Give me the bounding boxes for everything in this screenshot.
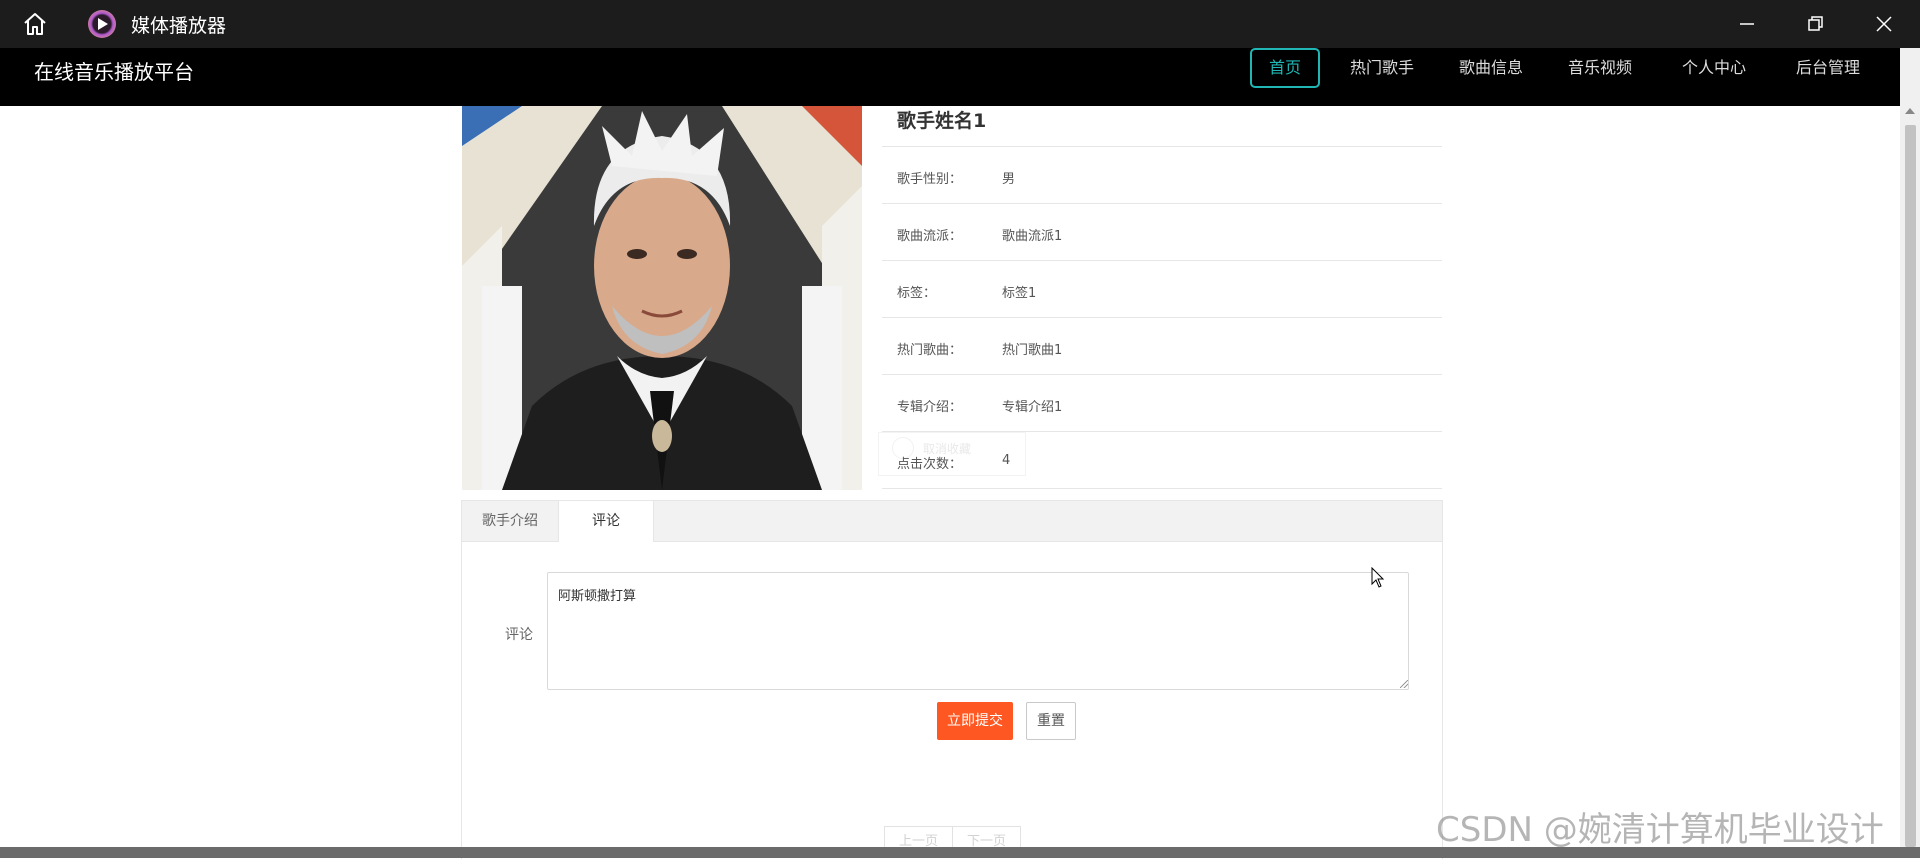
info-label: 歌手性别：: [897, 172, 963, 187]
bottom-bar: [0, 847, 1920, 858]
scroll-up-icon[interactable]: [1905, 108, 1915, 114]
comment-label: 评论: [505, 627, 533, 643]
info-row-tag: 标签： 标签1: [882, 260, 1442, 317]
info-label: 专辑介绍：: [897, 400, 963, 415]
info-row-gender: 歌手性别： 男: [882, 146, 1442, 203]
mouse-cursor-icon: [1371, 567, 1385, 588]
nav-music-video[interactable]: 音乐视频: [1564, 48, 1636, 88]
info-label: 标签：: [897, 286, 937, 301]
singer-photo: [462, 106, 862, 490]
info-row-clicks: 点击次数： 4: [882, 431, 1442, 488]
scrollbar-thumb[interactable]: [1905, 125, 1916, 847]
info-divider: [882, 488, 1442, 489]
nav-user-center[interactable]: 个人中心: [1678, 48, 1750, 88]
reset-button[interactable]: 重置: [1026, 702, 1076, 740]
nav-hot-singers[interactable]: 热门歌手: [1346, 48, 1418, 88]
tab-bar: 歌手介绍 评论: [462, 501, 1442, 542]
info-value: 热门歌曲1: [1002, 343, 1063, 358]
comment-textarea[interactable]: 阿斯顿撒打算: [547, 572, 1409, 690]
home-icon[interactable]: [22, 11, 48, 37]
site-navbar: 在线音乐播放平台 首页 热门歌手 歌曲信息 音乐视频 个人中心 后台管理: [0, 48, 1900, 106]
window-title: 媒体播放器: [131, 15, 227, 37]
info-value: 男: [1002, 172, 1016, 187]
resize-grip-icon[interactable]: [1400, 680, 1408, 688]
site-brand[interactable]: 在线音乐播放平台: [34, 56, 194, 85]
media-player-icon: [88, 10, 116, 38]
close-icon[interactable]: [1872, 12, 1896, 36]
info-label: 歌曲流派：: [897, 229, 963, 244]
info-value: 标签1: [1002, 286, 1037, 301]
info-label: 热门歌曲：: [897, 343, 963, 358]
info-value: 歌曲流派1: [1002, 229, 1063, 244]
info-label: 点击次数：: [897, 457, 963, 472]
info-row-genre: 歌曲流派： 歌曲流派1: [882, 203, 1442, 260]
tab-singer-intro[interactable]: 歌手介绍: [462, 501, 558, 541]
nav-admin[interactable]: 后台管理: [1792, 48, 1864, 88]
watermark: CSDN @婉清计算机毕业设计: [1436, 810, 1884, 850]
info-value: 4: [1002, 453, 1011, 468]
info-value: 专辑介绍1: [1002, 400, 1063, 415]
tab-comment[interactable]: 评论: [558, 501, 654, 542]
submit-button[interactable]: 立即提交: [937, 702, 1013, 740]
window-titlebar: 媒体播放器: [0, 0, 1920, 48]
minimize-icon[interactable]: [1735, 12, 1759, 36]
info-row-hot-song: 热门歌曲： 热门歌曲1: [882, 317, 1442, 374]
nav-song-info[interactable]: 歌曲信息: [1455, 48, 1527, 88]
restore-icon[interactable]: [1803, 12, 1827, 36]
singer-name: 歌手姓名1: [897, 110, 987, 132]
info-row-album: 专辑介绍： 专辑介绍1: [882, 374, 1442, 431]
nav-home[interactable]: 首页: [1250, 48, 1320, 88]
